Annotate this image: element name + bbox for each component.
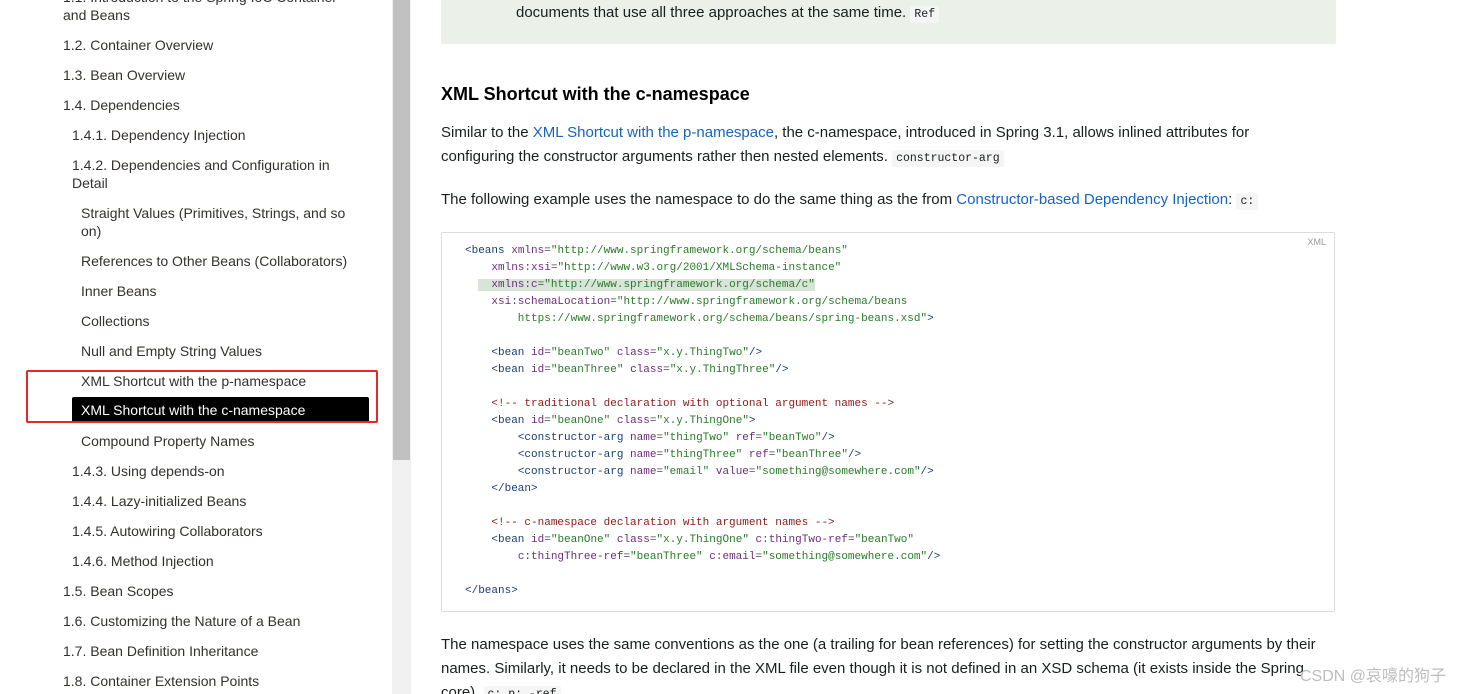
csdn-watermark: CSDN @哀嚎的狗子 bbox=[1299, 668, 1446, 685]
p1-inline-code: constructor-arg bbox=[892, 150, 1004, 167]
admonition-text: documents that use all three approaches … bbox=[516, 4, 940, 23]
code-language-label: XML bbox=[1307, 237, 1326, 247]
toc-item-inner-beans[interactable]: Inner Beans bbox=[81, 282, 157, 300]
toc-item-1-5[interactable]: 1.5. Bean Scopes bbox=[63, 582, 174, 600]
toc-item-1-4[interactable]: 1.4. Dependencies bbox=[63, 96, 180, 114]
p3-text: The namespace uses the same conventions … bbox=[441, 636, 1316, 694]
paragraph-example: The following example uses the namespace… bbox=[441, 188, 1321, 214]
toc-sidebar: 1.1. Introduction to the Spring IoC Cont… bbox=[0, 0, 392, 694]
xml-code-block[interactable]: XML <beans xmlns="http://www.springframe… bbox=[441, 232, 1335, 612]
toc-item-1-4-2[interactable]: 1.4.2. Dependencies and Configuration in… bbox=[72, 156, 352, 192]
red-annotation-box bbox=[26, 370, 378, 423]
p2-inline-code: c: bbox=[1236, 193, 1259, 210]
toc-item-1-4-4[interactable]: 1.4.4. Lazy-initialized Beans bbox=[72, 492, 246, 510]
toc-item-1-3[interactable]: 1.3. Bean Overview bbox=[63, 66, 185, 84]
paragraph-intro: Similar to the XML Shortcut with the p-n… bbox=[441, 121, 1321, 171]
admonition-inline-code: Ref bbox=[910, 6, 940, 23]
toc-item-1-4-1[interactable]: 1.4.1. Dependency Injection bbox=[72, 126, 246, 144]
toc-item-1-4-3[interactable]: 1.4.3. Using depends-on bbox=[72, 462, 225, 480]
toc-item-1-7[interactable]: 1.7. Bean Definition Inheritance bbox=[63, 642, 258, 660]
toc-item-1-4-5[interactable]: 1.4.5. Autowiring Collaborators bbox=[72, 522, 263, 540]
p2-text-before: The following example uses the namespace… bbox=[441, 191, 957, 208]
toc-item-straight-values[interactable]: Straight Values (Primitives, Strings, an… bbox=[81, 204, 366, 240]
toc-item-1-1[interactable]: 1.1. Introduction to the Spring IoC Cont… bbox=[63, 0, 363, 24]
admonition-text-body: documents that use all three approaches … bbox=[516, 4, 907, 21]
toc-item-null-empty[interactable]: Null and Empty String Values bbox=[81, 342, 262, 360]
toc-item-references[interactable]: References to Other Beans (Collaborators… bbox=[81, 252, 347, 270]
xml-code-listing[interactable]: <beans xmlns="http://www.springframework… bbox=[465, 243, 940, 600]
toc-item-1-6[interactable]: 1.6. Customizing the Nature of a Bean bbox=[63, 612, 300, 630]
section-title: XML Shortcut with the c-namespace bbox=[441, 84, 750, 104]
main-content: documents that use all three approaches … bbox=[411, 0, 1460, 694]
p-namespace-link[interactable]: XML Shortcut with the p-namespace bbox=[533, 124, 774, 141]
toc-item-1-2[interactable]: 1.2. Container Overview bbox=[63, 36, 213, 54]
toc-item-collections[interactable]: Collections bbox=[81, 312, 149, 330]
paragraph-conventions: The namespace uses the same conventions … bbox=[441, 633, 1321, 694]
p3-inline-code: c: p: -ref bbox=[483, 686, 561, 694]
p1-text-before: Similar to the bbox=[441, 124, 533, 141]
admonition-note: documents that use all three approaches … bbox=[441, 0, 1336, 44]
toc-item-compound-property[interactable]: Compound Property Names bbox=[81, 432, 255, 450]
toc-item-1-4-6[interactable]: 1.4.6. Method Injection bbox=[72, 552, 214, 570]
sidebar-scrollbar-thumb[interactable] bbox=[393, 0, 410, 460]
toc-item-1-8[interactable]: 1.8. Container Extension Points bbox=[63, 672, 259, 690]
constructor-injection-link[interactable]: Constructor-based Dependency Injection bbox=[956, 191, 1228, 208]
